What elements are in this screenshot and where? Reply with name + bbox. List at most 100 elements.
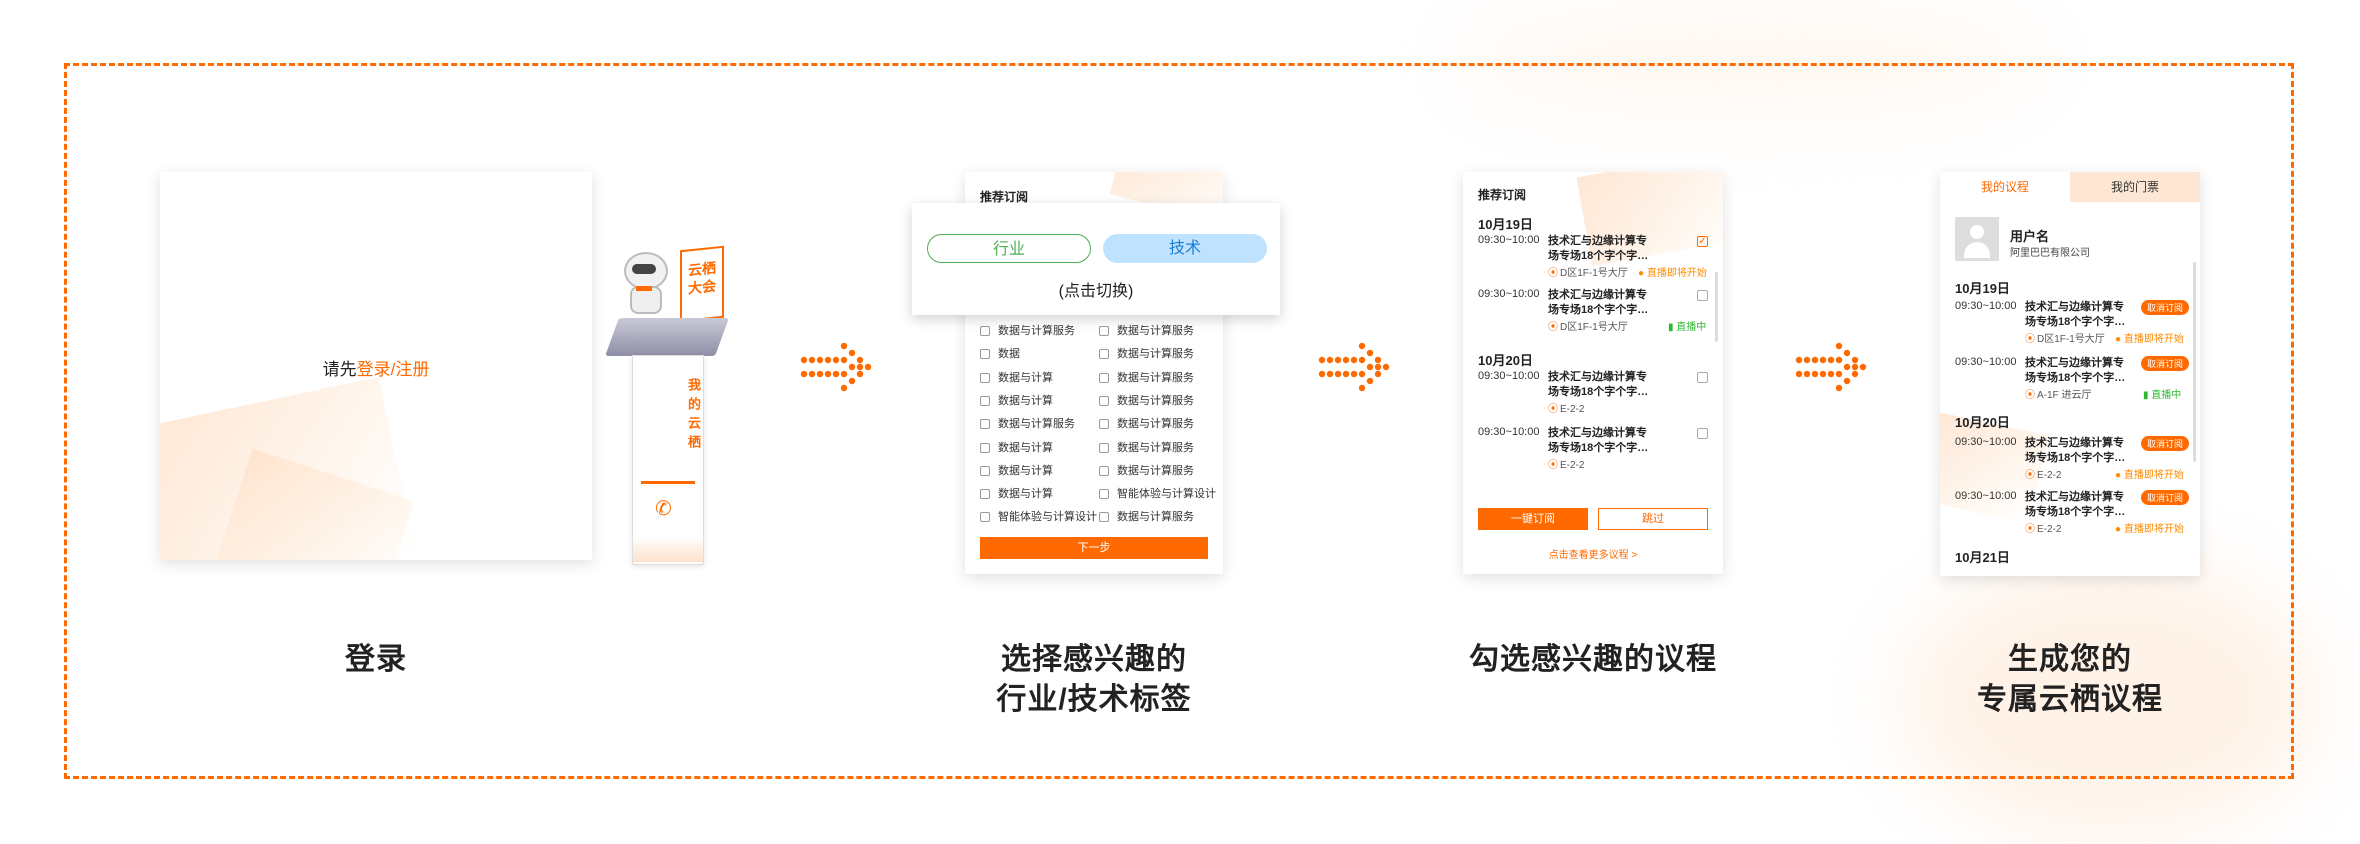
checkbox-icon[interactable] <box>1099 442 1109 453</box>
session-time: 09:30~10:00 <box>1955 356 2017 368</box>
session-title[interactable]: 技术汇与边缘计算专场专场18个字个字… <box>2025 436 2130 466</box>
cancel-subscription-button[interactable]: 取消订阅 <box>2141 490 2190 505</box>
checkbox-checked-icon[interactable]: ✓ <box>1697 236 1708 247</box>
tag-label: 数据与计算 <box>998 464 1053 477</box>
tab-my-tickets[interactable]: 我的门票 <box>2070 172 2200 202</box>
location-text: D区1F-1号大厅 <box>1560 268 1628 279</box>
session-time: 09:30~10:00 <box>1955 436 2017 448</box>
tag-checkbox-item[interactable]: 数据与计算服务 <box>1099 369 1194 385</box>
checkbox-icon[interactable] <box>980 326 990 337</box>
live-status: ● 直播即将开始 <box>1638 264 1707 279</box>
tag-checkbox-item[interactable]: 数据与计算 <box>980 392 1053 408</box>
company-name: 阿里巴巴有限公司 <box>2010 248 2090 259</box>
tag-checkbox-item[interactable]: 数据与计算 <box>980 439 1053 455</box>
tag-checkbox-item[interactable]: 数据与计算服务 <box>1099 392 1194 408</box>
checkbox-icon[interactable] <box>980 512 990 523</box>
checkbox-icon[interactable] <box>980 419 990 430</box>
cancel-subscription-button[interactable]: 取消订阅 <box>2141 300 2190 315</box>
tag-label: 智能体验与计算设计 <box>998 511 1097 524</box>
tag-checkbox-item[interactable]: 数据与计算 <box>980 485 1053 501</box>
session-title[interactable]: 技术汇与边缘计算专场专场18个字个字… <box>1548 426 1653 456</box>
checkbox-icon[interactable] <box>1099 512 1109 523</box>
checkbox-icon[interactable] <box>1099 465 1109 476</box>
scrollbar[interactable] <box>1715 272 1718 342</box>
session-title[interactable]: 技术汇与边缘计算专场专场18个字个字… <box>1548 370 1653 400</box>
checkbox-icon[interactable] <box>1099 419 1109 430</box>
tag-checkbox-item[interactable]: 智能体验与计算设计 <box>980 508 1097 524</box>
tag-checkbox-item[interactable]: 数据 <box>980 345 1020 361</box>
toggle-industry[interactable]: 行业 <box>927 234 1091 263</box>
location-pin-icon: ⦿ <box>2025 524 2035 535</box>
live-bars-icon: ▮ <box>1668 322 1674 333</box>
tag-checkbox-item[interactable]: 智能体验与计算设计 <box>1099 485 1216 501</box>
checkbox-icon[interactable] <box>980 372 990 383</box>
arrow-right-icon <box>1318 342 1390 392</box>
login-prompt-text: 请先 <box>322 360 357 379</box>
date-heading: 10月20日 <box>1955 415 2010 430</box>
scrollbar[interactable] <box>2193 262 2196 462</box>
checkbox-icon[interactable] <box>980 395 990 406</box>
login-prompt: 请先登录/注册 <box>160 355 592 380</box>
toggle-tech[interactable]: 技术 <box>1103 234 1267 263</box>
session-location: ⦿ D区1F-1号大厅 <box>1548 318 1628 333</box>
location-pin-icon: ⦿ <box>2025 334 2035 345</box>
checkbox-icon[interactable] <box>1697 428 1708 439</box>
next-step-button[interactable]: 下一步 <box>980 537 1208 559</box>
tag-label: 数据与计算服务 <box>1117 394 1194 407</box>
cancel-subscription-button[interactable]: 取消订阅 <box>2141 356 2190 371</box>
live-status-text: 直播即将开始 <box>1646 268 1707 279</box>
tag-label: 数据与计算服务 <box>1117 348 1194 361</box>
checkbox-icon[interactable] <box>1697 290 1708 301</box>
session-location: ⦿ E-2-2 <box>1548 400 1584 415</box>
tag-checkbox-item[interactable]: 数据与计算服务 <box>1099 345 1194 361</box>
checkbox-icon[interactable] <box>1099 489 1109 500</box>
cancel-subscription-button[interactable]: 取消订阅 <box>2141 436 2190 451</box>
tag-checkbox-item[interactable]: 数据与计算服务 <box>1099 439 1194 455</box>
checkbox-icon[interactable] <box>980 489 990 500</box>
tag-checkbox-item[interactable]: 数据与计算服务 <box>980 322 1075 338</box>
more-agenda-link[interactable]: 点击查看更多议程 > <box>1463 546 1723 561</box>
session-location: ⦿ E-2-2 <box>1548 456 1584 471</box>
checkbox-icon[interactable] <box>980 349 990 360</box>
skip-button[interactable]: 跳过 <box>1598 508 1708 530</box>
step-label-line: 生成您的 <box>2008 643 2132 676</box>
location-text: E-2-2 <box>1560 460 1585 471</box>
session-title[interactable]: 技术汇与边缘计算专场专场18个字个字… <box>1548 288 1653 318</box>
tag-checkbox-item[interactable]: 数据与计算服务 <box>1099 462 1194 478</box>
session-title[interactable]: 技术汇与边缘计算专场专场18个字个字… <box>2025 300 2130 330</box>
checkbox-icon[interactable] <box>980 442 990 453</box>
dot-icon: ● <box>2115 334 2122 345</box>
checkbox-icon[interactable] <box>1099 326 1109 337</box>
step-label-line: 行业/技术标签 <box>996 683 1192 716</box>
kiosk-illustration: 云栖 大会 我的云栖 ✆ <box>600 240 750 570</box>
date-heading: 10月19日 <box>1955 281 2010 296</box>
location-text: E-2-2 <box>2037 524 2062 535</box>
location-text: E-2-2 <box>2037 470 2062 481</box>
tag-checkbox-item[interactable]: 数据与计算服务 <box>1099 322 1194 338</box>
step-label-line: 选择感兴趣的 <box>1001 643 1187 676</box>
session-title[interactable]: 技术汇与边缘计算专场专场18个字个字… <box>2025 490 2130 520</box>
session-title[interactable]: 技术汇与边缘计算专场专场18个字个字… <box>2025 356 2130 386</box>
checkbox-icon[interactable] <box>1099 349 1109 360</box>
dot-icon: ● <box>2115 470 2122 481</box>
tag-label: 数据与计算服务 <box>998 418 1075 431</box>
tag-checkbox-item[interactable]: 数据与计算服务 <box>1099 415 1194 431</box>
subscribe-all-button[interactable]: 一键订阅 <box>1478 508 1588 530</box>
checkbox-icon[interactable] <box>980 465 990 476</box>
checkbox-icon[interactable] <box>1697 372 1708 383</box>
location-pin-icon: ⦿ <box>1548 268 1558 279</box>
checkbox-icon[interactable] <box>1099 372 1109 383</box>
session-time: 09:30~10:00 <box>1955 490 2017 502</box>
location-pin-icon: ⦿ <box>1548 460 1558 471</box>
session-time: 09:30~10:00 <box>1478 426 1540 438</box>
tag-checkbox-item[interactable]: 数据与计算服务 <box>1099 508 1194 524</box>
session-time: 09:30~10:00 <box>1955 300 2017 312</box>
tag-checkbox-item[interactable]: 数据与计算 <box>980 369 1053 385</box>
checkbox-icon[interactable] <box>1099 395 1109 406</box>
tab-my-agenda[interactable]: 我的议程 <box>1940 172 2070 202</box>
session-title[interactable]: 技术汇与边缘计算专场专场18个字个字… <box>1548 234 1653 264</box>
login-register-link[interactable]: 登录/注册 <box>357 360 430 379</box>
tag-checkbox-item[interactable]: 数据与计算 <box>980 462 1053 478</box>
pick-agenda-card: 推荐订阅 10月19日 10月20日 09:30~10:00 技术汇与边缘计算专… <box>1463 172 1723 574</box>
tag-checkbox-item[interactable]: 数据与计算服务 <box>980 415 1075 431</box>
